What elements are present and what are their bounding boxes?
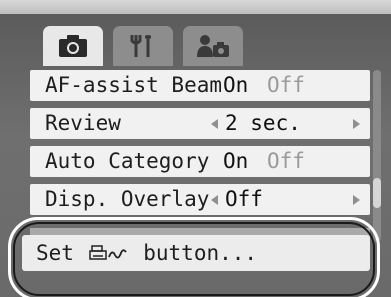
tools-icon [130, 35, 151, 57]
menu-row-af-assist-beam[interactable]: AF-assist Beam On Off [30, 70, 370, 101]
menu-row-label: Disp. Overlay [45, 187, 210, 211]
left-arrow-icon[interactable] [211, 119, 218, 129]
menu-row-label: Set button... [36, 235, 257, 271]
menu-row-label: Review [45, 111, 121, 135]
my-camera-icon [197, 35, 229, 57]
menu-row-auto-category[interactable]: Auto Category On Off [30, 146, 370, 177]
menu-row-disp-overlay[interactable]: Disp. Overlay Off [30, 184, 370, 215]
option-off[interactable]: Off [267, 70, 305, 101]
label-suffix: button... [143, 241, 258, 265]
camera-menu-screen: AF-assist Beam On Off Review 2 sec. Auto… [0, 0, 391, 297]
screen-frame [0, 0, 391, 14]
camera-icon [59, 35, 87, 57]
right-arrow-icon[interactable] [353, 195, 360, 205]
right-arrow-icon[interactable] [353, 119, 360, 129]
scrollbar-thumb[interactable] [373, 178, 381, 208]
menu-row-review[interactable]: Review 2 sec. [30, 108, 370, 139]
option-on[interactable]: On [223, 70, 248, 101]
menu-row-set-print-share-button[interactable]: Set button... [22, 235, 370, 271]
print-share-icon [88, 244, 127, 260]
menu-row-value: 2 sec. [225, 111, 301, 135]
menu-row-label: AF-assist Beam [45, 73, 223, 97]
label-prefix: Set [36, 241, 74, 265]
tab-shooting[interactable] [43, 26, 103, 66]
menu-row-label: Auto Category [45, 149, 210, 173]
tab-my-camera[interactable] [183, 26, 243, 66]
tab-setup[interactable] [113, 26, 173, 66]
menu-scrollbar[interactable] [373, 70, 381, 242]
option-on[interactable]: On [223, 146, 248, 177]
menu-row-value: Off [225, 187, 263, 211]
left-arrow-icon[interactable] [211, 195, 218, 205]
option-off[interactable]: Off [267, 146, 305, 177]
